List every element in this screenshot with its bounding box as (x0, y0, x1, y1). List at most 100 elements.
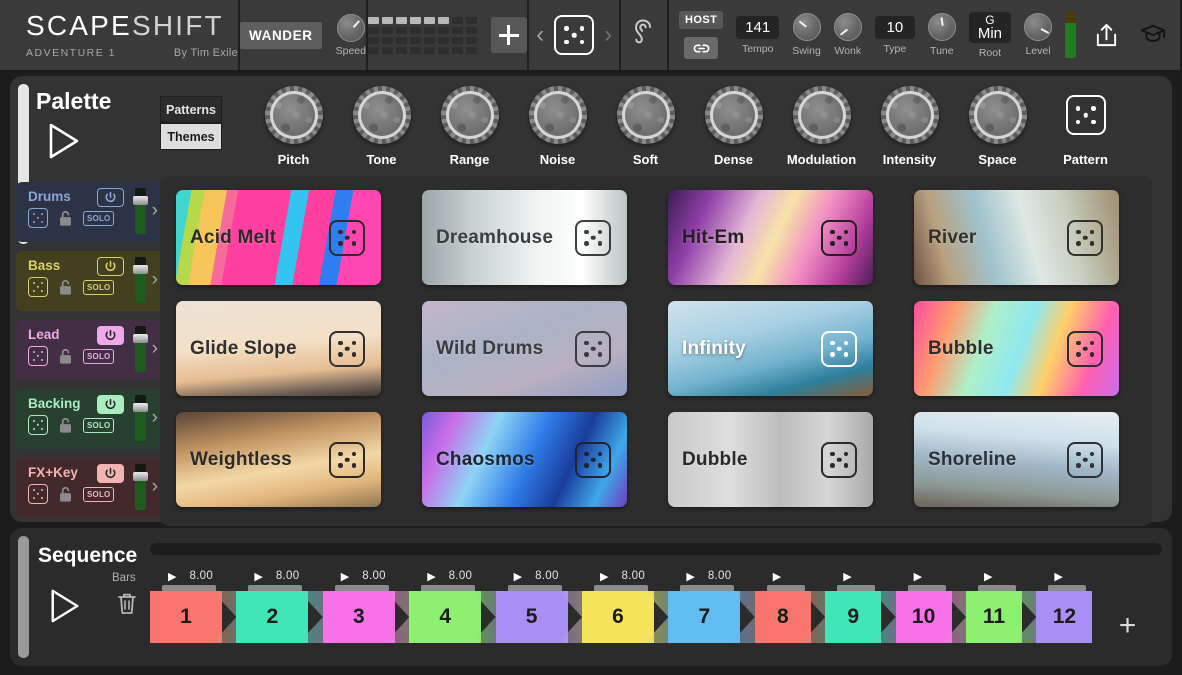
knob-dial[interactable] (704, 86, 763, 144)
step-play-button[interactable]: ▶ (168, 570, 176, 583)
step-bars-value[interactable]: 8.00 (449, 570, 473, 582)
tab-themes[interactable]: Themes (160, 123, 222, 150)
track-dice-icon[interactable] (28, 208, 48, 228)
macro-knob-dense[interactable]: Dense (695, 86, 772, 167)
preset-dice-button[interactable] (1067, 330, 1103, 367)
host-button[interactable]: HOST (679, 11, 724, 29)
unlock-icon[interactable] (57, 210, 74, 227)
preset-card[interactable]: Bubble (914, 301, 1119, 396)
dice-icon[interactable] (575, 219, 611, 256)
track-solo-button[interactable]: SOLO (83, 348, 115, 364)
track-power-button[interactable] (97, 257, 124, 276)
sequence-step[interactable]: 6 (582, 591, 654, 643)
track-fader-handle[interactable] (133, 334, 148, 343)
unlock-icon[interactable] (57, 348, 74, 365)
track-power-button[interactable] (97, 326, 124, 345)
sequence-step[interactable]: 5 (495, 591, 568, 643)
preset-dice-button[interactable] (329, 441, 365, 478)
dice-icon[interactable] (1067, 219, 1103, 256)
track-fader[interactable] (133, 257, 148, 303)
track-row-drums[interactable]: Drums › SOLO (16, 182, 164, 242)
sequence-step[interactable]: 11 (966, 591, 1022, 643)
preset-card[interactable]: Weightless (176, 412, 381, 507)
tempo-value[interactable]: 141 (736, 15, 780, 39)
macro-knob-soft[interactable]: Soft (607, 86, 684, 167)
palette-play-button[interactable] (46, 122, 82, 165)
tune-knob[interactable] (927, 13, 956, 41)
step-play-button[interactable]: ▶ (1054, 570, 1062, 583)
preset-dice-button[interactable] (1067, 219, 1103, 256)
step-play-button[interactable]: ▶ (686, 570, 694, 583)
root-control[interactable]: G Min Root (968, 11, 1011, 59)
knob-dial[interactable] (616, 86, 675, 144)
preset-dice-button[interactable] (329, 219, 365, 256)
track-row-lead[interactable]: Lead › SOLO (16, 320, 164, 380)
track-row-backing[interactable]: Backing › SOLO (16, 389, 164, 449)
wonk-control[interactable]: Wonk (833, 13, 862, 57)
macro-knob-noise[interactable]: Noise (519, 86, 596, 167)
graduation-cap-icon[interactable] (1136, 18, 1170, 52)
preset-card[interactable]: Infinity (668, 301, 873, 396)
track-fader-handle[interactable] (133, 472, 148, 481)
preset-dice-button[interactable] (821, 330, 857, 367)
dice-icon[interactable] (821, 330, 857, 367)
step-bars-value[interactable]: 8.00 (189, 570, 213, 582)
track-dice-icon[interactable] (28, 277, 48, 297)
sequence-step[interactable]: 12 (1036, 591, 1093, 643)
preset-card[interactable]: Dreamhouse (422, 190, 627, 285)
preset-card[interactable]: Acid Melt (176, 190, 381, 285)
track-dice-icon[interactable] (28, 415, 48, 435)
track-fader-handle[interactable] (133, 265, 148, 274)
type-value[interactable]: 10 (874, 15, 915, 39)
track-expand-icon[interactable]: › (152, 200, 158, 222)
knob-dial[interactable] (968, 86, 1027, 144)
root-value[interactable]: G Min (968, 11, 1011, 43)
step-play-button[interactable]: ▶ (914, 570, 922, 583)
macro-knob-modulation[interactable]: Modulation (783, 86, 860, 167)
track-solo-button[interactable]: SOLO (83, 279, 115, 295)
track-fader[interactable] (133, 326, 148, 372)
step-bars-value[interactable]: 8.00 (276, 570, 300, 582)
sequence-scrollbar[interactable] (150, 543, 1162, 555)
macro-knob-pitch[interactable]: Pitch (255, 86, 332, 167)
track-dice-icon[interactable] (28, 346, 48, 366)
sequence-play-button[interactable] (48, 588, 82, 629)
knob-dial[interactable] (352, 86, 411, 144)
delete-step-button[interactable] (116, 592, 138, 621)
knob-dial[interactable] (440, 86, 499, 144)
preset-dice-button[interactable] (821, 441, 857, 478)
preset-dice-button[interactable] (821, 219, 857, 256)
tune-control[interactable]: Tune (927, 13, 956, 57)
track-row-fx-key[interactable]: FX+Key › SOLO (16, 458, 164, 518)
share-icon[interactable] (1089, 18, 1123, 52)
dice-icon[interactable] (1067, 441, 1103, 478)
step-play-button[interactable]: ▶ (600, 570, 608, 583)
level-control[interactable]: Level (1024, 13, 1052, 57)
track-expand-icon[interactable]: › (152, 407, 158, 429)
step-play-button[interactable]: ▶ (984, 570, 992, 583)
pattern-dice-control[interactable]: Pattern (1047, 86, 1124, 167)
dice-icon[interactable] (329, 441, 365, 478)
chevron-right-icon[interactable]: › (604, 21, 612, 49)
step-bars-value[interactable]: 8.00 (362, 570, 386, 582)
step-bars-value[interactable]: 8.00 (621, 570, 645, 582)
track-solo-button[interactable]: SOLO (83, 210, 115, 226)
preset-dice-button[interactable] (575, 441, 611, 478)
preset-card[interactable]: Hit-Em (668, 190, 873, 285)
track-expand-icon[interactable]: › (152, 476, 158, 498)
step-bars-value[interactable]: 8.00 (708, 570, 732, 582)
dice-icon[interactable] (821, 219, 857, 256)
macro-knob-tone[interactable]: Tone (343, 86, 420, 167)
track-expand-icon[interactable]: › (152, 338, 158, 360)
wander-button[interactable]: WANDER (240, 21, 322, 49)
preset-dice-button[interactable] (575, 219, 611, 256)
ear-icon[interactable] (629, 18, 659, 52)
knob-dial[interactable] (264, 86, 323, 144)
macro-knob-range[interactable]: Range (431, 86, 508, 167)
sequence-step[interactable]: 1 (150, 591, 222, 643)
track-fader[interactable] (133, 188, 148, 234)
track-dice-icon[interactable] (28, 484, 48, 504)
swing-knob[interactable] (792, 13, 821, 41)
preset-card[interactable]: Wild Drums (422, 301, 627, 396)
track-power-button[interactable] (97, 395, 124, 414)
